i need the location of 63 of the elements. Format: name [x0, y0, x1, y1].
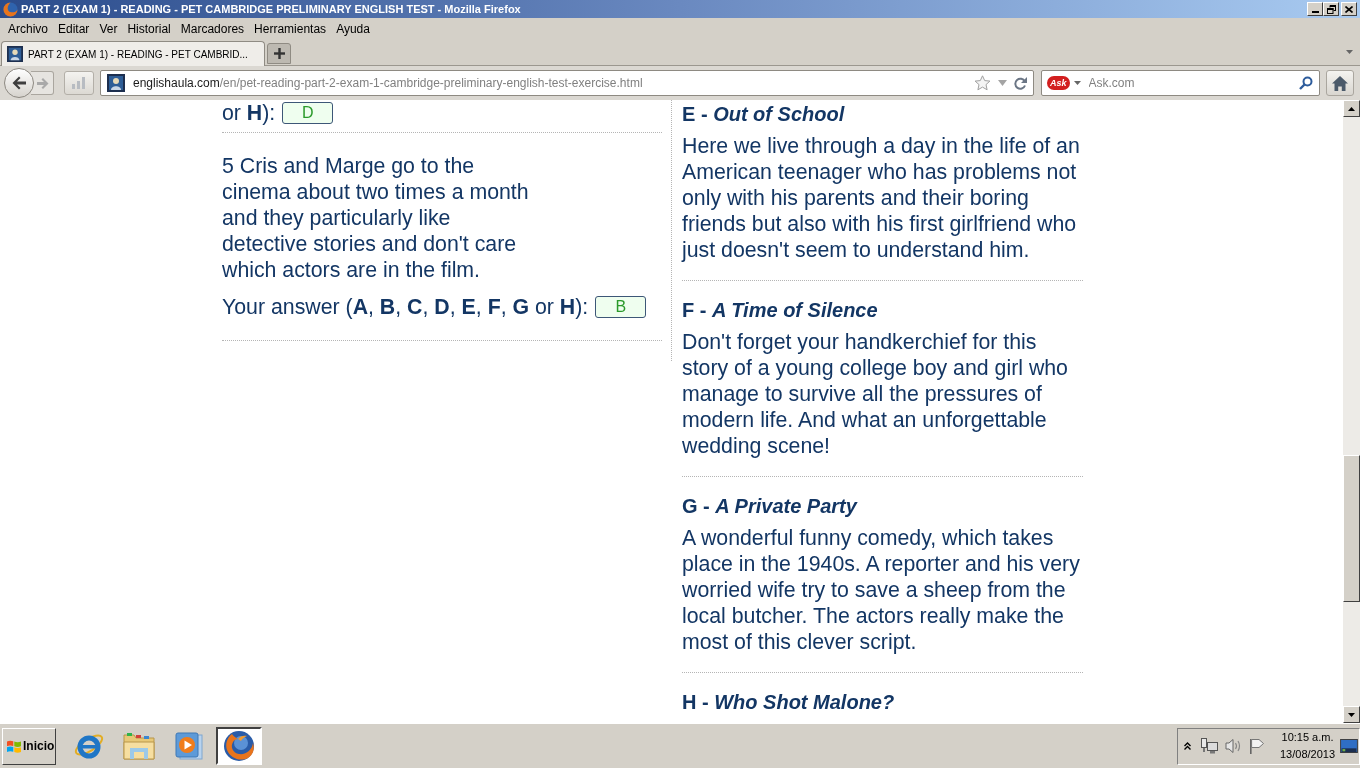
play-icon	[174, 731, 204, 761]
review-text: Here we live through a day in the life of an American teenager who has problems not only with his parents and their boring friends but also with his first girlfriend who just doesn't seem to understand him.	[682, 133, 1081, 263]
show-desktop-icon[interactable]	[1340, 739, 1358, 753]
windows-logo-icon	[6, 738, 22, 754]
menu-item[interactable]: Archivo	[3, 20, 53, 38]
clock-time: 10:15 a.m.	[1281, 730, 1334, 745]
review-heading: G - A Private Party	[682, 494, 859, 518]
menu-item[interactable]: Marcadores	[175, 20, 250, 38]
url-field[interactable]: englishaula.com/en/pet-reading-part-2-exam-1-cambridge-preliminary-english-test-exercise.html	[100, 70, 1034, 96]
menu-item[interactable]: Ver	[94, 20, 123, 38]
minimize-button[interactable]	[1307, 2, 1323, 16]
flag-icon[interactable]	[1249, 738, 1265, 754]
search-field[interactable]: Ask Ask.com	[1041, 70, 1320, 96]
review-text: Don't forget your handkerchief for this story of a young college boy and girl who manage to survive all the pressures of modern life. And what an unforgettable wedding scene!	[682, 329, 1069, 459]
answer-prompt: or H):	[222, 100, 276, 126]
chevron-up-icon[interactable]	[1184, 742, 1191, 750]
bar-chart-icon	[72, 77, 86, 89]
start-button[interactable]: Inicio	[2, 727, 56, 765]
network-icon[interactable]	[1201, 738, 1218, 754]
star-icon[interactable]	[974, 75, 991, 91]
caret-down-icon[interactable]	[1346, 50, 1353, 54]
globe-logo-icon	[3, 1, 18, 17]
search-icon[interactable]	[1299, 76, 1313, 90]
site-favicon-icon	[7, 46, 23, 62]
scroll-up-button[interactable]	[1343, 100, 1360, 117]
answer-field[interactable]: D	[282, 102, 334, 124]
forward-arrow-icon	[37, 77, 49, 89]
new-tab-button[interactable]	[267, 43, 291, 64]
back-arrow-icon	[11, 76, 27, 90]
restore-icon	[1326, 4, 1336, 14]
review-heading: H - Who Shot Malone?	[682, 690, 896, 714]
review-text: A wonderful funny comedy, which takes place in the 1940s. A reporter and his very worried wife try to save a sheep from the local butcher. The actors really make the most of this clever script.	[682, 525, 1081, 655]
down-arrow-icon	[1348, 712, 1355, 717]
menu-item[interactable]: Editar	[53, 20, 95, 38]
back-button[interactable]	[4, 68, 34, 98]
restore-button[interactable]	[1323, 2, 1339, 16]
caret-down-icon[interactable]	[1073, 81, 1081, 85]
taskbar-button[interactable]	[216, 727, 262, 765]
review-heading: F - A Time of Silence	[682, 298, 879, 322]
menu-item[interactable]: Herramientas	[249, 20, 332, 38]
reload-icon[interactable]	[1014, 76, 1027, 90]
up-arrow-icon	[1348, 106, 1355, 111]
home-icon	[1332, 75, 1348, 91]
scroll-down-button[interactable]	[1343, 706, 1360, 723]
globe-logo-icon	[223, 730, 255, 762]
scrollbar-thumb[interactable]	[1343, 455, 1360, 602]
menu-item[interactable]: Ayuda	[331, 20, 375, 38]
window-title: PART 2 (EXAM 1) - READING - PET CAMBRIDGE PRELIMINARY ENGLISH TEST - Mozilla Firefox	[21, 2, 521, 17]
search-engine-logo[interactable]: Ask	[1047, 76, 1070, 90]
folder-icon	[123, 731, 155, 761]
home-button[interactable]	[1326, 70, 1354, 96]
close-button[interactable]	[1341, 2, 1357, 16]
close-icon	[1345, 5, 1353, 13]
volume-icon[interactable]	[1225, 738, 1242, 754]
question-text: 5 Cris and Marge go to the cinema about two times a month and they particularly like detective stories and don't care which actors are in the film.	[222, 153, 530, 283]
minimize-icon	[1311, 11, 1319, 13]
review-heading: E - Out of School	[682, 102, 846, 126]
site-favicon-icon	[107, 74, 125, 92]
plus-icon	[273, 48, 285, 59]
answer-prompt: Your answer (A, B, C, D, E, F, G or H):	[222, 294, 589, 320]
tab[interactable]: PART 2 (EXAM 1) - READING - PET CAMBRID...	[1, 41, 265, 66]
menu-item[interactable]: Historial	[122, 20, 176, 38]
clock-date: 13/08/2013	[1280, 747, 1336, 762]
